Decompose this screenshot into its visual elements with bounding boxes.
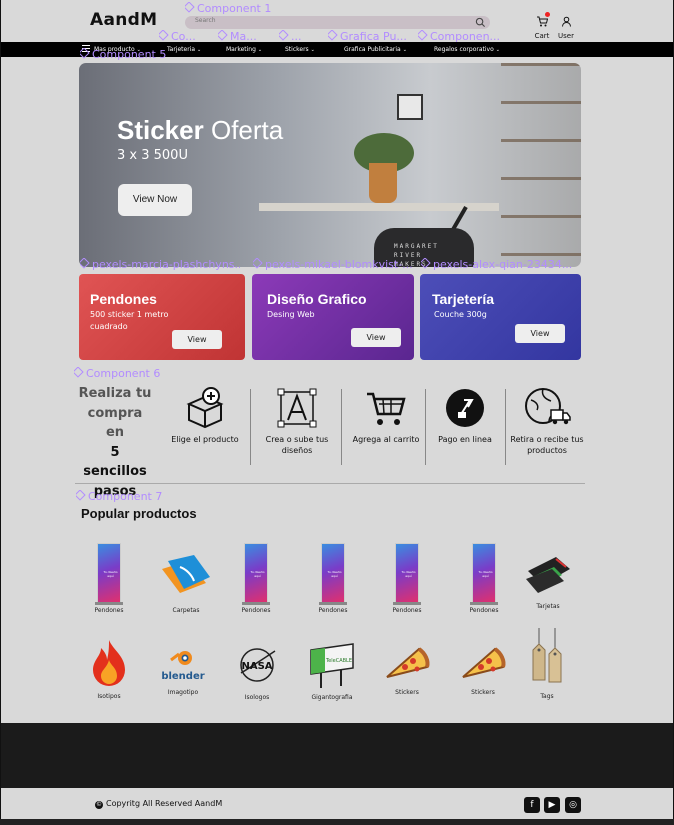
figma-label: pexels-alex-qian-23434... bbox=[421, 258, 581, 271]
bottom-bar bbox=[0, 819, 674, 825]
step-pago-linea: Pago en linea bbox=[424, 386, 506, 445]
product-card-carpetas[interactable]: Carpetas bbox=[153, 553, 219, 614]
user-label: User bbox=[558, 32, 574, 40]
brand-logo[interactable]: AandM bbox=[90, 10, 157, 30]
box-plus-icon bbox=[186, 387, 224, 429]
nav-item-tarjeteria[interactable]: Tarjeteria ⌄ bbox=[167, 46, 201, 53]
figma-label: pexels-marcia-plashchyns... bbox=[80, 258, 240, 271]
product-card-gigantografia[interactable]: TeleCABLE Gigantografia bbox=[299, 640, 365, 701]
figma-label: Component 5 bbox=[80, 48, 166, 61]
svg-text:TeleCABLE: TeleCABLE bbox=[325, 658, 352, 664]
banner-image: Tu diseño aquí bbox=[319, 543, 347, 605]
svg-text:blender: blender bbox=[161, 671, 204, 682]
pizza-sticker-image bbox=[459, 645, 507, 683]
search-icon[interactable] bbox=[475, 17, 486, 28]
promo-card-diseno-grafico[interactable]: Diseño Grafico Desing Web View bbox=[252, 274, 414, 360]
view-now-button[interactable]: View Now bbox=[118, 184, 192, 216]
business-cards-image bbox=[522, 549, 574, 597]
search-input[interactable]: Search bbox=[195, 17, 216, 24]
product-card-stickers[interactable]: Stickers bbox=[450, 645, 516, 696]
product-card-tarjetas[interactable]: Tarjetas bbox=[515, 549, 581, 610]
user-icon bbox=[561, 16, 571, 27]
cart-icon bbox=[537, 16, 549, 27]
tags-image bbox=[527, 628, 567, 686]
hero-subtitle: 3 x 3 500U bbox=[117, 148, 188, 163]
delivery-icon bbox=[525, 388, 571, 425]
user-button[interactable]: User bbox=[556, 12, 576, 40]
design-a-icon bbox=[277, 388, 317, 428]
view-button[interactable]: View bbox=[351, 328, 401, 347]
popular-products-title: Popular productos bbox=[81, 506, 197, 521]
search-bar[interactable]: Search bbox=[185, 16, 490, 29]
figma-label: pexels-mikael-blomkvist-... bbox=[253, 258, 413, 271]
product-card-isologos[interactable]: NASA Isologos bbox=[224, 645, 290, 701]
banner-image: Tu diseño aquí bbox=[393, 543, 421, 605]
figma-label: Component 1 bbox=[185, 2, 271, 15]
banner-image: Tu diseño aquí bbox=[95, 543, 123, 605]
figma-label: Component 7 bbox=[76, 490, 162, 503]
product-card-pendones[interactable]: Tu diseño aquí Pendones bbox=[300, 543, 366, 614]
product-card-pendones[interactable]: Tu diseño aquí Pendones bbox=[76, 543, 142, 614]
figma-label: Component 6 bbox=[74, 367, 160, 380]
billboard-image: TeleCABLE bbox=[307, 640, 357, 690]
product-card-isotipos[interactable]: Isotipos bbox=[76, 638, 142, 700]
flame-logo-image bbox=[89, 638, 129, 688]
hero-title: Sticker Oferta bbox=[117, 115, 284, 145]
product-card-imagotipo[interactable]: blender Imagotipo bbox=[150, 648, 216, 696]
view-button[interactable]: View bbox=[172, 330, 222, 349]
svg-text:NASA: NASA bbox=[241, 661, 272, 672]
shopping-cart-icon bbox=[367, 392, 406, 425]
hero-picture-frame bbox=[397, 94, 423, 120]
nasa-logo-image: NASA bbox=[237, 645, 277, 685]
hero-shelves bbox=[501, 63, 581, 267]
product-card-pendones[interactable]: Tu diseño aquí Pendones bbox=[223, 543, 289, 614]
step-crea-diseno: Crea o sube tus diseños bbox=[256, 386, 338, 456]
step-elige-producto: Elige el producto bbox=[164, 386, 246, 445]
section-divider bbox=[75, 483, 585, 484]
copyright-text: © Copyritg All Reserved AandM bbox=[95, 799, 223, 809]
promo-card-tarjeteria[interactable]: Tarjetería Couche 300g View bbox=[420, 274, 581, 360]
copyright-icon: © bbox=[95, 801, 103, 809]
payment-icon bbox=[446, 389, 484, 427]
blender-logo-image: blender bbox=[161, 648, 205, 684]
nav-item-marketing[interactable]: Marketing ⌄ bbox=[226, 46, 262, 53]
product-card-stickers[interactable]: Stickers bbox=[374, 645, 440, 696]
cart-button[interactable]: Cart bbox=[532, 12, 552, 40]
folders-image bbox=[158, 553, 214, 601]
step-retira-recibe: Retira o recibe tus productos bbox=[506, 386, 588, 456]
nav-item-grafica-publicitaria[interactable]: Grafica Publicitaria ⌄ bbox=[344, 46, 407, 53]
cart-badge bbox=[545, 12, 550, 17]
promo-card-pendones[interactable]: Pendones 500 sticker 1 metro cuadrado Vi… bbox=[79, 274, 245, 360]
hero-banner: MARGARET RIVER MAKERS bbox=[79, 63, 581, 267]
product-card-tags[interactable]: Tags bbox=[514, 628, 580, 700]
step-agrega-carrito: Agrega al carrito bbox=[345, 386, 427, 445]
chevron-down-icon: ⌄ bbox=[495, 47, 500, 53]
cart-label: Cart bbox=[534, 32, 550, 40]
nav-item-regalos-corporativo[interactable]: Regalos corporativo ⌄ bbox=[434, 46, 500, 53]
chevron-down-icon: ⌄ bbox=[402, 47, 407, 53]
pizza-sticker-image bbox=[383, 645, 431, 683]
nav-item-stickers[interactable]: Stickers ⌄ bbox=[285, 46, 315, 53]
youtube-icon[interactable]: ▶ bbox=[544, 797, 560, 813]
footer-dark-band bbox=[1, 723, 673, 788]
facebook-icon[interactable]: f bbox=[524, 797, 540, 813]
banner-image: Tu diseño aquí bbox=[470, 543, 498, 605]
chevron-down-icon: ⌄ bbox=[197, 47, 202, 53]
instagram-icon[interactable]: ◎ bbox=[565, 797, 581, 813]
banner-image: Tu diseño aquí bbox=[242, 543, 270, 605]
product-card-pendones[interactable]: Tu diseño aquí Pendones bbox=[374, 543, 440, 614]
step-divider bbox=[250, 389, 251, 465]
chevron-down-icon: ⌄ bbox=[310, 47, 315, 53]
product-card-pendones[interactable]: Tu diseño aquí Pendones bbox=[451, 543, 517, 614]
step-divider bbox=[341, 389, 342, 465]
hero-pot bbox=[369, 163, 397, 203]
chevron-down-icon: ⌄ bbox=[257, 47, 263, 53]
view-button[interactable]: View bbox=[515, 324, 565, 343]
